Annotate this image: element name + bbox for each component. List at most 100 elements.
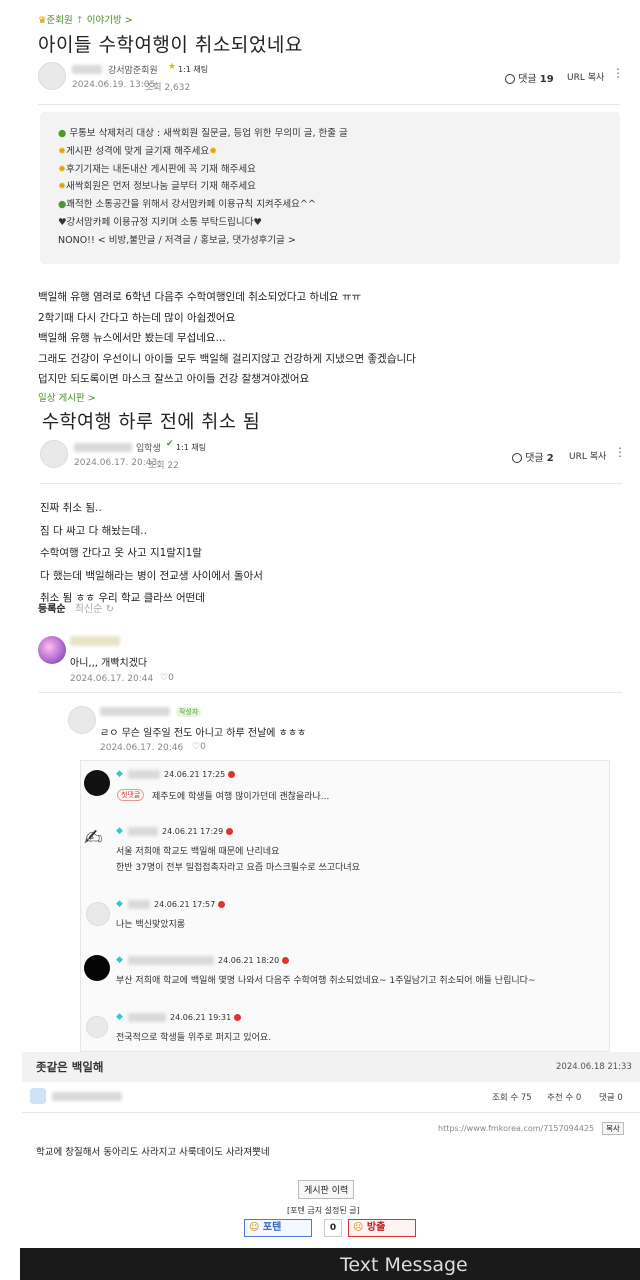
- text-message-label: Text Message: [340, 1254, 468, 1276]
- notice-line: ✹새싹회원은 먼저 정보나눔 글부터 기재 해주세요: [58, 181, 256, 193]
- divider: [40, 483, 622, 484]
- avatar[interactable]: [40, 440, 68, 468]
- author-name-blurred[interactable]: [72, 65, 102, 74]
- notice-line: ✹후기기재는 내돈내산 게시판에 꼭 기재 해주세요: [58, 163, 256, 175]
- avatar[interactable]: [84, 770, 110, 796]
- replier-name-blurred[interactable]: [128, 1013, 166, 1022]
- body-line: 진짜 취소 됨..: [40, 502, 102, 514]
- reply-text: 제주도에 학생들 여행 많이가던데 괜찮을라나...: [152, 792, 330, 802]
- chat-button[interactable]: 1:1 채팅: [178, 64, 208, 75]
- sort-registered-tab[interactable]: 등록순: [38, 604, 66, 615]
- body-line: 백일해 유행 염려로 6학년 다음주 수학여행인데 취소되었다고 하네요 ㅠㅠ: [38, 291, 362, 303]
- reply-date: 24.06.21 19:31: [170, 1013, 242, 1022]
- comments-button[interactable]: 댓글 2: [512, 449, 554, 464]
- fm-recommend: 추천 수 0: [547, 1093, 582, 1103]
- post-date: 2024.06.17. 20:43: [74, 458, 158, 468]
- replier-name-blurred[interactable]: [128, 900, 150, 909]
- more-icon[interactable]: ⋮: [614, 445, 626, 459]
- url-copy-button[interactable]: URL 복사: [567, 70, 604, 83]
- comment-date: 2024.06.17. 20:46: [100, 743, 184, 753]
- post-views: 조회 22: [148, 461, 179, 471]
- notice-box: ● 무통보 삭제처리 대상 : 새싹회원 질문글, 등업 위한 무의미 글, 한…: [40, 112, 620, 264]
- avatar[interactable]: [86, 902, 110, 926]
- chat-button[interactable]: 1:1 채팅: [176, 442, 206, 453]
- fm-views: 조회 수 75: [492, 1093, 532, 1103]
- commenter-name-blurred[interactable]: [100, 707, 170, 716]
- reply-text: 부산 저희애 학교에 백일해 몇명 나와서 다음주 수학여행 취소되었네요~ 1…: [116, 976, 536, 986]
- notice-line: NONO!! < 비방,불만글 / 저격글 / 홍보글, 댓가성후기글 >: [58, 234, 296, 246]
- fm-comments: 댓글 0: [599, 1093, 623, 1103]
- breadcrumb-board[interactable]: 이야기방 >: [87, 15, 133, 26]
- reply-text: 한반 37명이 전부 밀접접촉자라고 요즘 마스크필수로 쓰고다녀요: [116, 863, 360, 873]
- gem-icon: ◆: [116, 769, 123, 779]
- divider: [22, 1112, 640, 1113]
- more-icon[interactable]: ⋮: [612, 66, 624, 80]
- potent-button[interactable]: ☺ 포텐: [244, 1219, 312, 1237]
- replier-name-blurred[interactable]: [128, 827, 158, 836]
- comment-icon: [512, 453, 522, 463]
- comment-text: 아니,,, 개빡치겠다: [70, 658, 148, 669]
- post-title: 수학여행 하루 전에 취소 됨: [42, 412, 261, 433]
- text-message-bar[interactable]: Text Message: [20, 1248, 640, 1280]
- body-line: 다 했는데 백일해라는 병이 전교생 사이에서 돌아서: [40, 569, 263, 582]
- angry-icon: ☹: [353, 1222, 364, 1233]
- star-icon: ★: [168, 62, 177, 72]
- comment-icon: [505, 74, 515, 84]
- fm-url: https://www.fmkorea.com/7157094425: [438, 1124, 595, 1133]
- fm-copy-button[interactable]: 복사: [602, 1122, 624, 1135]
- author-name-blurred[interactable]: [74, 443, 132, 452]
- gem-icon: ◆: [116, 1012, 123, 1022]
- commenter-name-blurred[interactable]: [70, 636, 120, 646]
- post-body: 백일해 유행 염려로 6학년 다음주 수학여행인데 취소되었다고 하네요 ㅠㅠ …: [38, 287, 416, 390]
- bangchul-button[interactable]: ☹ 방출: [348, 1219, 416, 1237]
- fm-post-body: 학교에 창질해서 동아리도 사라지고 사룩데이도 사라져뿟네: [36, 1147, 270, 1158]
- author-grade: 강서맘준회원: [108, 66, 158, 76]
- heart-icon: ♡: [192, 742, 201, 752]
- author-badge: 작성자: [176, 707, 202, 717]
- fm-author-blurred[interactable]: [52, 1092, 122, 1101]
- comment-date: 2024.06.17. 20:44: [70, 674, 154, 684]
- avatar[interactable]: [84, 955, 110, 981]
- body-line: 2학기때 다시 간다고 하는데 많이 아쉽겠어요: [38, 311, 236, 324]
- comment-like[interactable]: ♡0: [192, 742, 206, 752]
- comment-like[interactable]: ♡0: [160, 673, 174, 683]
- post-date: 2024.06.19. 13:05: [72, 80, 156, 90]
- check-icon: ✔: [166, 439, 174, 449]
- avatar[interactable]: [30, 1088, 46, 1104]
- crown-icon: ♛: [38, 15, 47, 26]
- first-comment-tag: 첫댓글: [117, 789, 145, 801]
- post-title: 아이들 수학여행이 취소되었네요: [38, 34, 303, 56]
- gem-icon: ◆: [116, 826, 123, 836]
- notice-line: ♥강서맘카페 이용규정 지키며 소통 부탁드립니다♥: [58, 216, 262, 228]
- avatar[interactable]: [68, 706, 96, 734]
- reply-date: 24.06.21 17:57: [154, 900, 226, 909]
- board-link[interactable]: 일상 게시판 >: [38, 390, 96, 404]
- notice-line: ✹게시판 성격에 맞게 글기재 해주세요✹: [58, 145, 218, 157]
- smile-icon: ☺: [249, 1222, 260, 1233]
- url-copy-button[interactable]: URL 복사: [569, 449, 606, 462]
- fm-post-title: 좃같은 백일해: [36, 1060, 104, 1074]
- breadcrumb-group[interactable]: 준회원: [47, 15, 73, 26]
- reply-date: 24.06.21 17:25: [164, 770, 236, 779]
- replier-name-blurred[interactable]: [128, 770, 160, 779]
- avatar-sketch-icon[interactable]: ✍: [84, 826, 102, 851]
- reply-text: 서울 저희애 학교도 백일해 때문에 난리네요: [116, 847, 280, 857]
- divider: [38, 692, 622, 693]
- replier-name-blurred[interactable]: [128, 956, 214, 965]
- board-history-button[interactable]: 게시판 이력: [298, 1180, 355, 1199]
- avatar[interactable]: [38, 636, 66, 664]
- body-line: 백일해 유행 뉴스에서만 봤는데 무섭네요...: [38, 332, 226, 344]
- avatar[interactable]: [86, 1016, 108, 1038]
- refresh-icon[interactable]: ↻: [106, 604, 114, 615]
- gem-icon: ◆: [116, 955, 123, 965]
- reply-text: 나는 백신맞았지롱: [116, 920, 186, 930]
- fm-header: [22, 1052, 640, 1082]
- body-line: 덥지만 되도록이면 마스크 잘쓰고 아이들 건강 잘챙겨야겠어요: [38, 373, 310, 385]
- comments-button[interactable]: 댓글 19: [505, 70, 554, 85]
- body-line: 수학여행 간다고 옷 사고 지1랄지1랄: [40, 547, 202, 559]
- avatar[interactable]: [38, 62, 66, 90]
- reply-text: 전국적으로 학생들 위주로 퍼지고 있어요.: [116, 1033, 272, 1043]
- sort-latest-tab[interactable]: 최신순: [75, 604, 103, 615]
- body-line: 그래도 건강이 우선이니 아이들 모두 백일해 걸리지않고 건강하게 지냈으면 …: [38, 352, 416, 365]
- post-body: 진짜 취소 됨.. 짐 다 싸고 다 해놨는데.. 수학여행 간다고 옷 사고 …: [40, 497, 263, 610]
